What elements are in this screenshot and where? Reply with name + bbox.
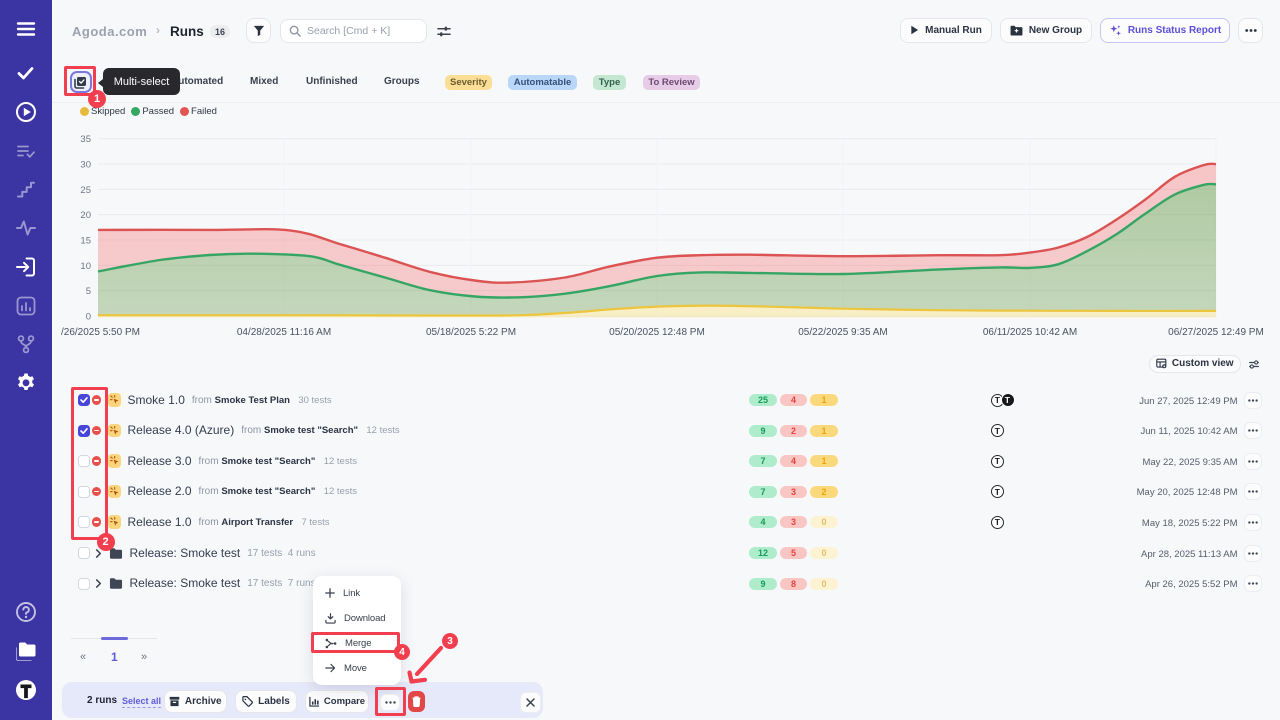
svg-text:/26/2025 5:50 PM: /26/2025 5:50 PM (61, 327, 140, 338)
svg-text:06/27/2025 12:49 PM: 06/27/2025 12:49 PM (1168, 327, 1264, 338)
svg-text:25: 25 (80, 185, 91, 196)
svg-text:05/22/2025 9:35 AM: 05/22/2025 9:35 AM (798, 327, 888, 338)
svg-text:5: 5 (86, 286, 91, 297)
svg-text:30: 30 (80, 160, 91, 171)
svg-text:10: 10 (80, 261, 91, 272)
svg-text:0: 0 (86, 312, 91, 323)
svg-text:15: 15 (80, 236, 91, 247)
svg-text:06/11/2025 10:42 AM: 06/11/2025 10:42 AM (983, 327, 1077, 338)
svg-text:35: 35 (80, 134, 91, 145)
svg-text:20: 20 (80, 210, 91, 221)
svg-text:04/28/2025 11:16 AM: 04/28/2025 11:16 AM (237, 327, 331, 338)
svg-text:05/20/2025 12:48 PM: 05/20/2025 12:48 PM (609, 327, 705, 338)
svg-text:05/18/2025 5:22 PM: 05/18/2025 5:22 PM (426, 327, 516, 338)
